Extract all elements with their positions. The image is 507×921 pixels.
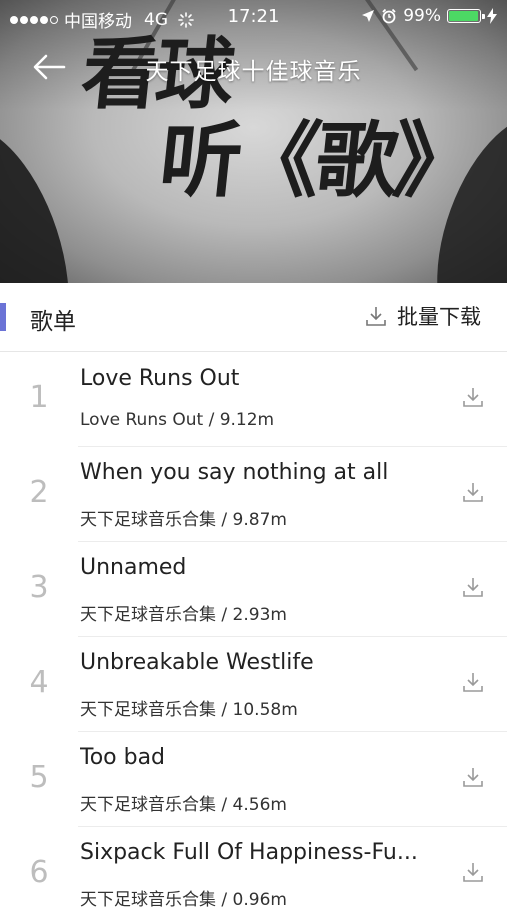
song-download-button[interactable] (461, 765, 487, 791)
track-number: 5 (29, 760, 49, 795)
song-meta: 天下足球音乐合集 / 4.56m (80, 795, 287, 815)
download-icon (463, 388, 483, 407)
song-meta: 天下足球音乐合集 / 10.58m (80, 700, 298, 720)
song-meta: Love Runs Out / 9.12m (80, 410, 275, 430)
download-icon (463, 483, 483, 502)
download-icon (463, 863, 483, 882)
song-download-button[interactable] (461, 480, 487, 506)
section-accent-bar (0, 303, 6, 331)
cover-line-2: 听《歌》 (155, 114, 478, 209)
track-number: 2 (29, 475, 49, 510)
song-meta: 天下足球音乐合集 / 9.87m (80, 510, 287, 530)
song-title: Unbreakable Westlife (80, 650, 314, 675)
song-title: Unnamed (80, 555, 187, 580)
charging-icon (487, 8, 497, 24)
album-cover: 看球 听《歌》 (0, 0, 507, 283)
song-title: Love Runs Out (80, 366, 240, 391)
section-title: 歌单 (30, 309, 76, 335)
song-download-button[interactable] (461, 670, 487, 696)
song-row[interactable]: 5 Too bad 天下足球音乐合集 / 4.56m (29, 732, 507, 827)
track-number: 6 (29, 855, 49, 890)
page-title: 天下足球十佳球音乐 (145, 59, 362, 85)
song-row[interactable]: 1 Love Runs Out Love Runs Out / 9.12m (29, 352, 507, 447)
song-list: 1 Love Runs Out Love Runs Out / 9.12m 2 … (0, 352, 507, 921)
download-icon (463, 578, 483, 597)
song-title: Too bad (80, 745, 166, 770)
track-number: 1 (29, 380, 49, 415)
song-row[interactable]: 3 Unnamed 天下足球音乐合集 / 2.93m (29, 542, 507, 637)
song-title: When you say nothing at all (80, 460, 389, 485)
location-icon (362, 10, 375, 22)
song-meta: 天下足球音乐合集 / 2.93m (80, 605, 287, 625)
download-icon (366, 307, 386, 326)
track-number: 3 (29, 570, 49, 605)
song-download-button[interactable] (461, 385, 487, 411)
song-download-button[interactable] (461, 575, 487, 601)
download-icon (463, 768, 483, 787)
song-meta: 天下足球音乐合集 / 0.96m (80, 890, 287, 910)
nav-bar: 天下足球十佳球音乐 (0, 44, 507, 92)
song-row[interactable]: 2 When you say nothing at all 天下足球音乐合集 /… (29, 447, 507, 542)
playlist-header: 歌单 批量下载 (0, 283, 507, 352)
battery-icon (447, 9, 485, 23)
song-row[interactable]: 4 Unbreakable Westlife 天下足球音乐合集 / 10.58m (29, 637, 507, 732)
battery-percent: 99% (403, 6, 441, 26)
track-number: 4 (29, 665, 49, 700)
batch-download-button[interactable]: 批量下载 (365, 301, 481, 331)
status-right: 99% (361, 6, 497, 26)
song-row[interactable]: 6 Sixpack Full Of Happiness-Fu... 天下足球音乐… (29, 827, 507, 921)
download-icon (463, 673, 483, 692)
alarm-icon (382, 8, 396, 24)
batch-download-label: 批量下载 (397, 305, 481, 329)
song-title: Sixpack Full Of Happiness-Fu... (80, 840, 418, 865)
status-bar: 中国移动 4G 17:21 99% (0, 0, 507, 34)
song-download-button[interactable] (461, 860, 487, 886)
